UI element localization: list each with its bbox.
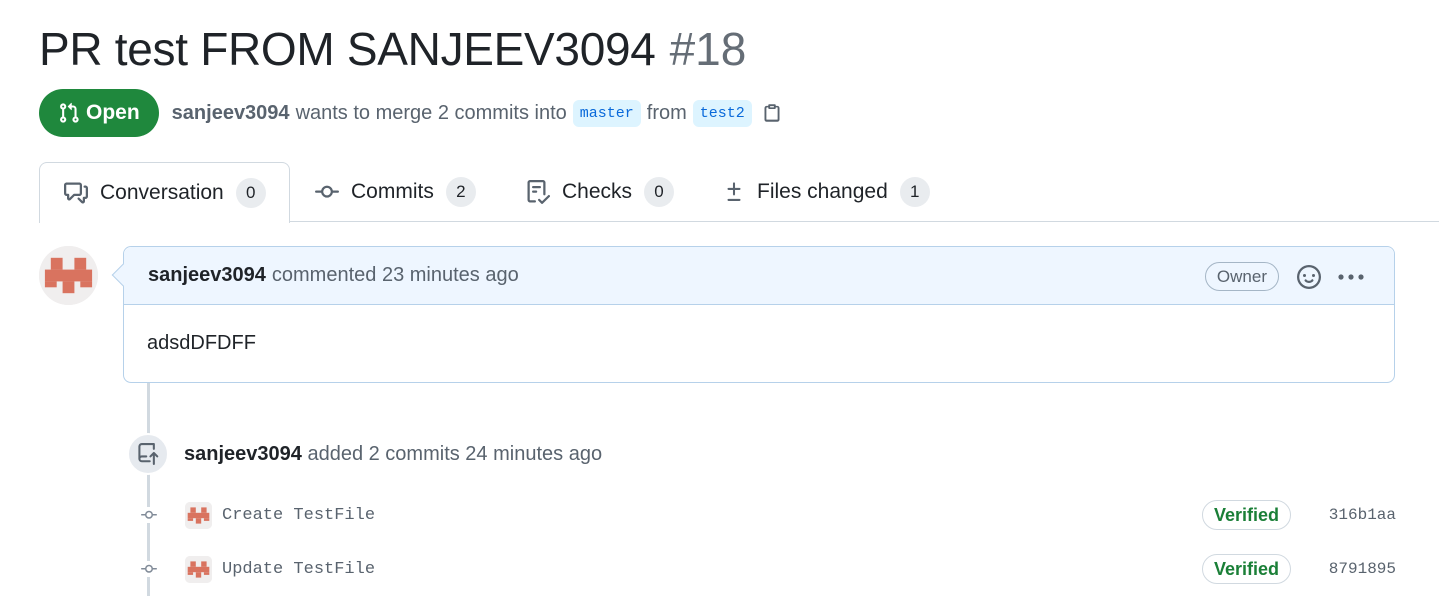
- commit-row: Create TestFile Verified 316b1aa: [134, 499, 1396, 531]
- commit-message-link[interactable]: Create TestFile: [222, 506, 375, 525]
- pr-title-row: PR test FROM SANJEEV3094 #18: [39, 22, 746, 76]
- git-commit-icon: [134, 507, 164, 523]
- pr-author-link[interactable]: sanjeev3094: [172, 102, 290, 125]
- tab-commits[interactable]: Commits 2: [315, 162, 476, 222]
- pr-tabs: Conversation 0 Commits 2 Checks 0 Files …: [39, 162, 1439, 223]
- add-reaction-icon[interactable]: [1296, 264, 1322, 290]
- tab-conversation-count: 0: [235, 178, 266, 208]
- verified-badge[interactable]: Verified: [1201, 554, 1291, 584]
- commit-sha-link[interactable]: 8791895: [1329, 560, 1396, 578]
- commit-author-avatar[interactable]: [185, 555, 212, 583]
- commit-event-description: added 2 commits 24 minutes ago: [307, 442, 603, 465]
- pr-meta-row: Open sanjeev3094 wants to merge 2 commit…: [39, 89, 782, 137]
- repo-push-icon: [127, 433, 169, 475]
- commit-row: Update TestFile Verified 8791895: [134, 553, 1396, 585]
- tab-commits-count: 2: [445, 177, 476, 207]
- base-branch-link[interactable]: master: [572, 99, 641, 127]
- pr-title: PR test FROM SANJEEV3094: [39, 23, 656, 75]
- commit-event-text: sanjeev3094 added 2 commits 24 minutes a…: [184, 443, 602, 466]
- head-branch-link[interactable]: test2: [692, 99, 752, 127]
- tab-conversation-label: Conversation: [100, 181, 224, 204]
- git-commit-icon: [315, 185, 339, 198]
- kebab-horizontal-icon[interactable]: [1336, 264, 1366, 290]
- tab-files-changed-label: Files changed: [757, 180, 888, 203]
- commit-author-avatar[interactable]: [185, 501, 212, 529]
- merge-text: wants to merge 2 commits into: [295, 101, 567, 124]
- comment-timestamp[interactable]: commented 23 minutes ago: [272, 264, 519, 287]
- state-label: Open: [86, 101, 140, 124]
- tab-files-changed-count: 1: [899, 177, 930, 207]
- tab-checks[interactable]: Checks 0: [526, 162, 675, 222]
- owner-badge: Owner: [1204, 262, 1279, 291]
- state-badge: Open: [39, 89, 159, 137]
- comment-box: sanjeev3094 commented 23 minutes ago Own…: [111, 246, 1395, 383]
- git-commit-icon: [134, 561, 164, 577]
- git-pull-request-icon: [60, 102, 79, 123]
- comment-author-link[interactable]: sanjeev3094: [148, 264, 266, 287]
- tab-files-changed[interactable]: Files changed 1: [723, 162, 930, 222]
- commit-sha-link[interactable]: 316b1aa: [1329, 506, 1396, 524]
- diff-icon: [727, 182, 741, 201]
- copy-branch-icon[interactable]: [762, 102, 782, 124]
- merge-summary: sanjeev3094 wants to merge 2 commits int…: [172, 99, 782, 127]
- pr-number: #18: [669, 23, 747, 75]
- comment-header: sanjeev3094 commented 23 minutes ago: [124, 247, 1394, 305]
- commit-event: sanjeev3094 added 2 commits 24 minutes a…: [127, 433, 602, 475]
- tab-commits-label: Commits: [351, 180, 434, 203]
- verified-badge[interactable]: Verified: [1201, 500, 1291, 530]
- tab-checks-count: 0: [644, 177, 675, 207]
- comment-body: adsdDFDFF: [147, 332, 256, 354]
- tab-checks-label: Checks: [562, 180, 633, 203]
- comment-discussion-icon: [64, 182, 88, 204]
- checklist-icon: [527, 180, 550, 204]
- commit-message-link[interactable]: Update TestFile: [222, 560, 375, 579]
- commit-event-author-link[interactable]: sanjeev3094: [184, 443, 302, 465]
- from-text: from: [646, 101, 687, 124]
- tab-conversation[interactable]: Conversation 0: [39, 162, 290, 223]
- comment-author-avatar[interactable]: [39, 246, 98, 305]
